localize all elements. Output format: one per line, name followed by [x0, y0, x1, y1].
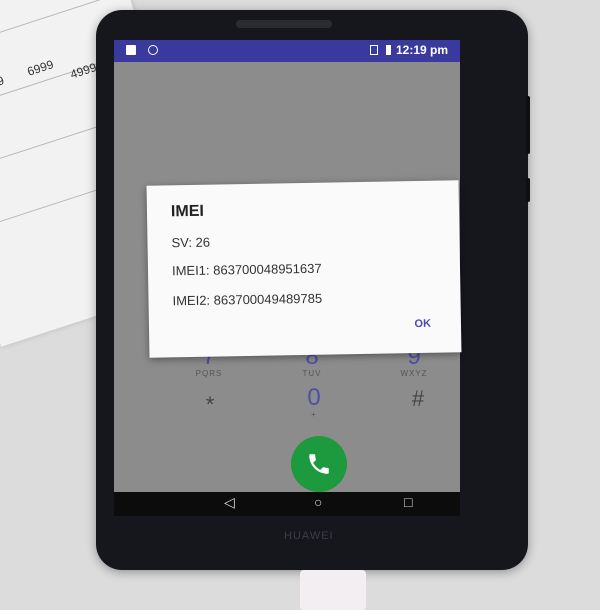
key-digit: 0: [307, 384, 321, 411]
battery-icon: [386, 45, 391, 55]
imei2-text: IMEI2: 863700049489785: [172, 290, 323, 309]
signal-icon: [370, 45, 378, 55]
sim-icon: [126, 45, 136, 55]
back-icon[interactable]: ◁: [224, 494, 235, 511]
power-button: [526, 178, 530, 202]
key-letters: WXYZ: [400, 369, 428, 378]
imei-dialog: IMEI SV: 26 IMEI1: 863700048951637 IMEI2…: [146, 180, 462, 358]
key-letters: PQRS: [195, 369, 223, 378]
home-icon[interactable]: ○: [314, 494, 322, 510]
usb-cable: [300, 570, 366, 610]
key-digit: *: [205, 392, 215, 417]
key-letters: TUV: [302, 369, 322, 378]
paper-number: 4999: [68, 60, 99, 82]
volume-button: [526, 96, 530, 154]
call-button[interactable]: [291, 436, 347, 492]
notification-icon: [148, 45, 158, 55]
key-0[interactable]: 0 +: [284, 384, 344, 420]
clock: 12:19 pm: [395, 43, 448, 57]
brand-logo: HUAWEI: [284, 530, 334, 542]
navigation-bar: ◁ ○ □: [114, 492, 460, 516]
phone-icon: [309, 454, 329, 474]
key-digit: #: [411, 386, 425, 411]
status-bar: 12:19 pm: [114, 40, 460, 62]
imei1-text: IMEI1: 863700048951637: [171, 260, 322, 279]
paper-number: 6999: [25, 57, 56, 79]
sv-text: SV: 26: [171, 234, 211, 251]
key-hash[interactable]: #: [388, 386, 448, 412]
paper-number: 6999: [0, 73, 6, 95]
key-letters: +: [311, 410, 317, 419]
recents-icon[interactable]: □: [404, 494, 412, 510]
ok-button[interactable]: OK: [414, 318, 431, 330]
key-star[interactable]: *: [180, 392, 240, 418]
earpiece-speaker: [236, 20, 332, 28]
dialog-title: IMEI: [170, 202, 205, 221]
